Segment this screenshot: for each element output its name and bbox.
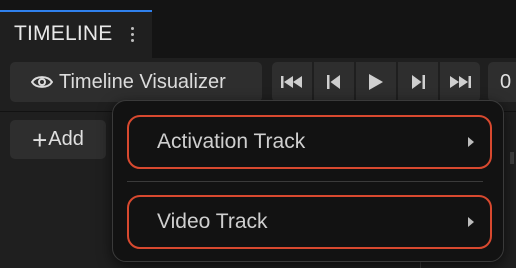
skip-to-start-button[interactable] bbox=[272, 62, 312, 102]
skip-to-end-button[interactable] bbox=[440, 62, 480, 102]
menu-item-activation-track[interactable]: Activation Track bbox=[127, 115, 492, 169]
previous-frame-icon bbox=[327, 75, 340, 89]
previous-frame-button[interactable] bbox=[314, 62, 354, 102]
panel-tab-bar: TIMELINE bbox=[0, 0, 516, 58]
next-frame-icon bbox=[412, 75, 425, 89]
more-options-icon[interactable] bbox=[128, 24, 136, 46]
menu-item-label: Video Track bbox=[157, 210, 268, 233]
next-frame-button[interactable] bbox=[398, 62, 438, 102]
skip-to-end-icon bbox=[450, 76, 471, 88]
menu-separator bbox=[127, 181, 483, 182]
play-button[interactable] bbox=[356, 62, 396, 102]
add-label: Add bbox=[48, 128, 84, 150]
play-icon bbox=[369, 74, 383, 90]
eye-icon bbox=[31, 76, 53, 88]
add-track-context-menu: Activation Track Video Track bbox=[112, 100, 504, 262]
add-track-button[interactable]: + Add bbox=[10, 120, 106, 159]
submenu-arrow-icon bbox=[468, 137, 474, 147]
scrollbar-handle[interactable] bbox=[510, 152, 514, 164]
frame-number-field[interactable]: 0 bbox=[488, 62, 516, 102]
menu-item-video-track[interactable]: Video Track bbox=[127, 195, 492, 249]
skip-to-start-icon bbox=[281, 76, 302, 88]
menu-item-label: Activation Track bbox=[157, 130, 306, 153]
tab-timeline[interactable]: TIMELINE bbox=[0, 10, 152, 58]
timeline-visualizer-button[interactable]: Timeline Visualizer bbox=[10, 62, 262, 102]
plus-icon: + bbox=[32, 124, 48, 155]
tab-title: TIMELINE bbox=[14, 22, 113, 45]
transport-controls bbox=[272, 62, 480, 102]
timeline-visualizer-label: Timeline Visualizer bbox=[59, 70, 226, 93]
submenu-arrow-icon bbox=[468, 217, 474, 227]
